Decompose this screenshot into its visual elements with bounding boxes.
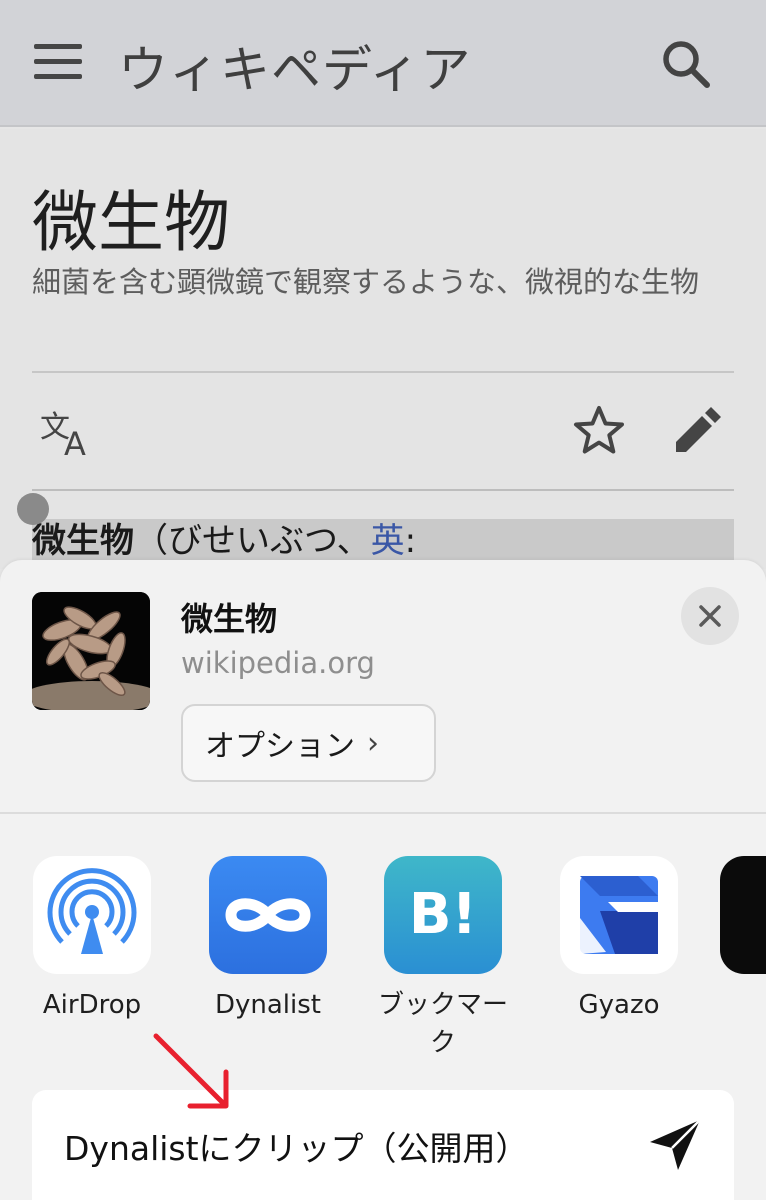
gyazo-icon [560, 856, 678, 974]
wiki-logo[interactable]: ウィキペディア [118, 30, 472, 102]
app-partial-icon [720, 856, 766, 974]
article-thumbnail [32, 592, 150, 710]
action-label: Dynalistにクリップ（公開用） [64, 1129, 529, 1168]
divider [32, 371, 734, 373]
airdrop-icon [33, 856, 151, 974]
app-airdrop[interactable]: AirDrop [17, 856, 167, 1024]
share-sheet: 微生物 wikipedia.org オプション › AirDrop Dynali… [0, 560, 766, 1200]
svg-text:A: A [64, 425, 86, 457]
divider [32, 489, 734, 491]
app-label: Dynalist [214, 990, 321, 1020]
app-label: ブックマーク [377, 990, 508, 1058]
hatena-glyph: B! [408, 882, 478, 947]
english-link[interactable]: 英 [371, 521, 405, 561]
options-label: オプション [205, 729, 355, 764]
app-label: Gyazo [578, 990, 660, 1020]
app-bookmark[interactable]: B! ブックマーク [368, 856, 518, 1062]
send-icon [650, 1119, 701, 1170]
close-button[interactable] [681, 587, 739, 645]
dynalist-icon [209, 856, 327, 974]
page-description: 細菌を含む顕微鏡で観察するような、微視的な生物 [32, 265, 700, 299]
hamburger-menu-icon[interactable] [34, 42, 82, 80]
search-icon[interactable] [660, 38, 712, 90]
share-domain: wikipedia.org [181, 646, 375, 680]
app-partial[interactable] [720, 856, 766, 974]
annotation-arrow [153, 1033, 229, 1109]
star-icon[interactable] [572, 404, 626, 458]
first-line-after: : [404, 521, 417, 561]
close-icon [699, 605, 721, 627]
first-line-bold: 微生物 [32, 521, 134, 561]
options-button[interactable]: オプション › [181, 704, 436, 782]
edit-icon[interactable] [670, 404, 724, 458]
app-gyazo[interactable]: Gyazo [544, 856, 694, 1024]
share-title: 微生物 [181, 600, 278, 638]
selection-handle[interactable] [17, 493, 49, 525]
page-title: 微生物 [32, 184, 230, 261]
article-body: 微生物 細菌を含む顕微鏡で観察するような、微視的な生物 文 A 微生物（びせいぶ… [0, 129, 766, 569]
app-label: AirDrop [42, 990, 142, 1020]
language-icon[interactable]: 文 A [40, 407, 98, 457]
chevron-right-icon: › [367, 725, 379, 761]
share-sheet-header: 微生物 wikipedia.org オプション › [0, 560, 766, 814]
app-dynalist[interactable]: Dynalist [193, 856, 343, 1024]
first-line-text: （びせいぶつ、 [134, 521, 371, 561]
hatena-bookmark-icon: B! [384, 856, 502, 974]
action-dynalist-clip[interactable]: Dynalistにクリップ（公開用） [32, 1090, 734, 1200]
app-row: AirDrop Dynalist B! ブックマーク Gyazo [0, 856, 766, 1066]
article-first-line: 微生物（びせいぶつ、英: [32, 519, 734, 563]
wiki-header: ウィキペディア [0, 0, 766, 127]
